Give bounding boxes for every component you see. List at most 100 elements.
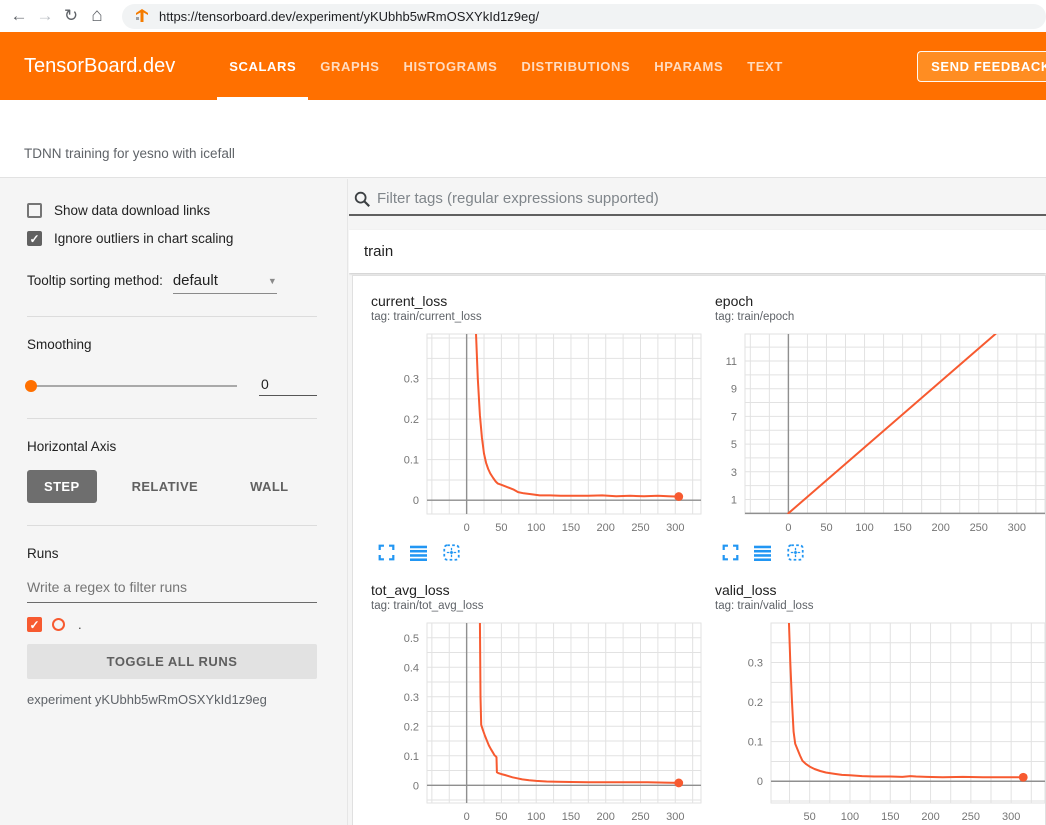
smoothing-label: Smoothing (27, 337, 317, 352)
svg-text:0.1: 0.1 (748, 737, 763, 749)
browser-toolbar: ← → ↻ ⌂ https://tensorboard.dev/experime… (0, 0, 1046, 32)
svg-text:150: 150 (893, 522, 911, 534)
home-button[interactable]: ⌂ (84, 5, 110, 27)
svg-text:1: 1 (731, 494, 737, 506)
svg-text:100: 100 (527, 522, 545, 534)
svg-text:7: 7 (731, 411, 737, 423)
svg-text:5: 5 (731, 439, 737, 451)
svg-text:300: 300 (1002, 811, 1020, 823)
chart-plot-epoch[interactable]: 0501001502002503001357911 (709, 329, 1046, 535)
svg-text:0: 0 (785, 522, 791, 534)
svg-text:250: 250 (631, 811, 649, 823)
svg-text:9: 9 (731, 384, 737, 396)
ignore-outliers-label: Ignore outliers in chart scaling (54, 231, 233, 246)
tab-histograms[interactable]: HISTOGRAMS (391, 32, 509, 100)
svg-text:0: 0 (464, 522, 470, 534)
app-logo: TensorBoard.dev (24, 55, 175, 78)
tab-distributions[interactable]: DISTRIBUTIONS (509, 32, 642, 100)
svg-text:50: 50 (804, 811, 816, 823)
show-download-links-checkbox[interactable] (27, 203, 42, 218)
svg-text:200: 200 (932, 522, 950, 534)
show-download-links-row[interactable]: Show data download links (27, 203, 317, 218)
svg-text:11: 11 (726, 356, 737, 368)
horizontal-axis-buttons: STEP RELATIVE WALL (27, 470, 317, 503)
ignore-outliers-checkbox[interactable]: ✓ (27, 231, 42, 246)
tooltip-sorting-dropdown[interactable]: default ▼ (173, 272, 277, 294)
svg-text:300: 300 (666, 522, 684, 534)
chart-card-tot_avg_loss: tot_avg_losstag: train/tot_avg_loss05010… (365, 582, 705, 825)
fit-domain-button[interactable] (442, 544, 461, 562)
svg-text:0: 0 (464, 811, 470, 823)
reload-button[interactable]: ↻ (58, 6, 84, 26)
send-feedback-button[interactable]: SEND FEEDBACK (917, 51, 1046, 82)
chart-title: current_loss (371, 293, 705, 309)
forward-button[interactable]: → (32, 6, 58, 26)
svg-text:50: 50 (495, 811, 507, 823)
chart-plot-tot_avg_loss[interactable]: 05010015020025030000.10.20.30.40.5 (365, 618, 705, 824)
smoothing-slider[interactable] (27, 385, 237, 387)
settings-sidebar: Show data download links ✓ Ignore outlie… (0, 179, 348, 825)
chart-toolbar (378, 544, 705, 562)
sidebar-divider (27, 316, 317, 317)
axis-mode-wall-button[interactable]: WALL (233, 470, 305, 503)
sidebar-divider (27, 418, 317, 419)
svg-text:0.1: 0.1 (404, 751, 419, 763)
chart-tag: tag: train/tot_avg_loss (371, 600, 705, 612)
svg-text:150: 150 (562, 522, 580, 534)
fit-domain-button[interactable] (786, 544, 805, 562)
tag-filter-input[interactable] (377, 190, 1046, 207)
svg-text:200: 200 (597, 522, 615, 534)
tensorboard-favicon (134, 8, 150, 24)
charts-panel: current_losstag: train/current_loss05010… (352, 275, 1046, 825)
chart-plot-current_loss[interactable]: 05010015020025030000.10.20.3 (365, 329, 705, 535)
charts-grid: current_losstag: train/current_loss05010… (365, 293, 1045, 825)
toggle-all-runs-button[interactable]: TOGGLE ALL RUNS (27, 644, 317, 679)
svg-text:50: 50 (820, 522, 832, 534)
chart-tag: tag: train/epoch (715, 311, 1046, 323)
back-button[interactable]: ← (6, 6, 32, 26)
toggle-log-scale-button[interactable] (410, 544, 427, 562)
tooltip-sorting-value: default (173, 272, 218, 289)
tag-group-title: train (364, 243, 393, 260)
svg-text:0.3: 0.3 (404, 692, 419, 704)
address-bar[interactable]: https://tensorboard.dev/experiment/yKUbh… (122, 4, 1046, 29)
run-checkbox[interactable]: ✓ (27, 617, 42, 632)
chart-title: valid_loss (715, 582, 1046, 598)
expand-chart-button[interactable] (722, 544, 739, 562)
tag-group-header-train[interactable]: train (349, 230, 1046, 273)
tag-filter-row (349, 183, 1046, 216)
run-color-circle-icon (52, 618, 65, 631)
chevron-down-icon: ▼ (268, 276, 277, 286)
svg-text:250: 250 (962, 811, 980, 823)
runs-label: Runs (27, 546, 317, 561)
svg-text:0: 0 (757, 776, 763, 788)
chart-plot-valid_loss[interactable]: 5010015020025030000.10.20.3 (709, 618, 1046, 824)
search-icon (353, 190, 371, 208)
run-row[interactable]: ✓ . (27, 617, 317, 632)
experiment-title-band: TDNN training for yesno with icefall (0, 100, 1046, 178)
tab-graphs[interactable]: GRAPHS (308, 32, 391, 100)
tab-hparams[interactable]: HPARAMS (642, 32, 735, 100)
axis-mode-relative-button[interactable]: RELATIVE (115, 470, 216, 503)
axis-mode-step-button[interactable]: STEP (27, 470, 97, 503)
svg-text:0: 0 (413, 495, 419, 507)
smoothing-slider-thumb[interactable] (25, 380, 37, 392)
svg-text:0.2: 0.2 (404, 721, 419, 733)
header-tabs: SCALARSGRAPHSHISTOGRAMSDISTRIBUTIONSHPAR… (217, 32, 795, 100)
experiment-subtitle: TDNN training for yesno with icefall (24, 146, 235, 161)
expand-chart-button[interactable] (378, 544, 395, 562)
tab-text[interactable]: TEXT (735, 32, 795, 100)
toggle-log-scale-button[interactable] (754, 544, 771, 562)
run-name: . (78, 617, 82, 632)
tab-scalars[interactable]: SCALARS (217, 32, 308, 100)
chart-title: epoch (715, 293, 1046, 309)
svg-text:0.2: 0.2 (748, 697, 763, 709)
runs-regex-input[interactable] (27, 573, 317, 603)
svg-text:100: 100 (527, 811, 545, 823)
app-header: TensorBoard.dev SCALARSGRAPHSHISTOGRAMSD… (0, 32, 1046, 100)
main-content: train current_losstag: train/current_los… (349, 179, 1046, 825)
ignore-outliers-row[interactable]: ✓ Ignore outliers in chart scaling (27, 231, 317, 246)
svg-text:0.5: 0.5 (404, 633, 419, 645)
smoothing-value-input[interactable] (259, 376, 317, 396)
chart-card-valid_loss: valid_losstag: train/valid_loss501001502… (709, 582, 1046, 825)
